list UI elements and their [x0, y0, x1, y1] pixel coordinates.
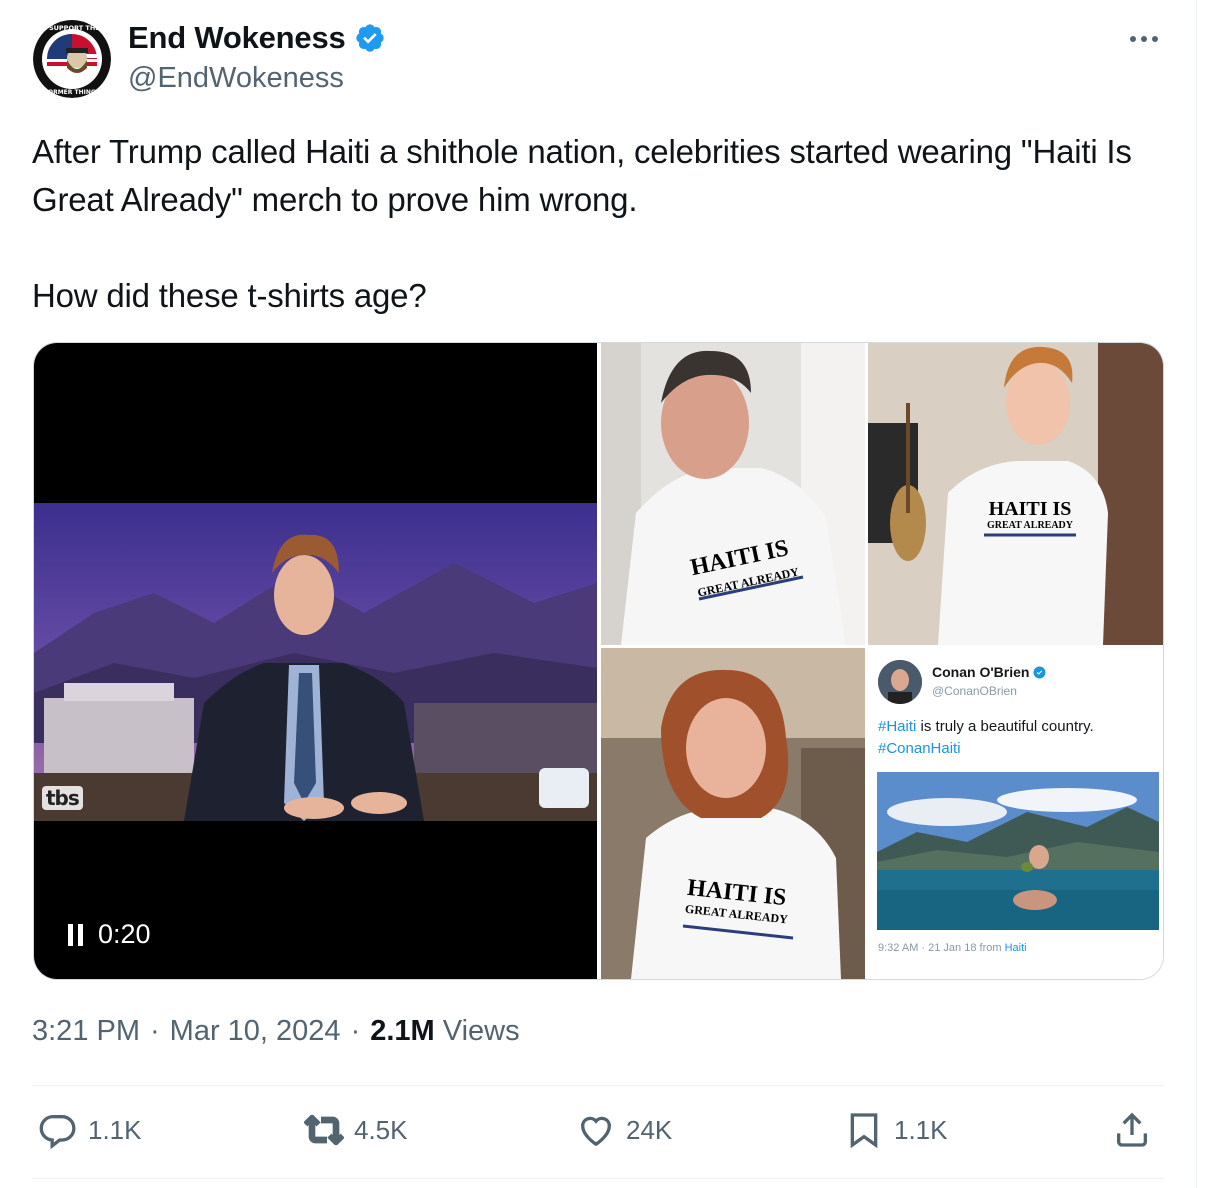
embedded-text: #Haiti is truly a beautiful country. #Co… — [878, 716, 1158, 760]
embedded-source: Haiti — [1004, 942, 1027, 954]
meta-separator-2: · — [350, 1015, 361, 1047]
embedded-avatar — [878, 660, 922, 704]
embedded-tweet-screenshot[interactable]: Conan O'Brien @ConanOBrien #Haiti is tru… — [868, 648, 1163, 979]
tweet-paragraph-2: How did these t-shirts age? — [32, 277, 427, 314]
meta-separator-1: · — [150, 1015, 160, 1047]
repost-icon — [304, 1114, 344, 1146]
share-icon — [1117, 1112, 1147, 1147]
video-controls[interactable]: 0:20 — [68, 919, 151, 950]
avatar-text-top: I SUPPORT THE — [44, 24, 99, 32]
author-display-name[interactable]: End Wokeness — [128, 20, 386, 56]
views-label: Views — [442, 1015, 520, 1047]
reply-button[interactable]: 1.1K — [38, 1110, 142, 1150]
photo-man-shirt[interactable]: HAITI IS GREAT ALREADY — [601, 343, 865, 645]
pause-icon[interactable] — [68, 923, 84, 946]
divider-top — [32, 1085, 1164, 1086]
embedded-timestamp: 9:32 AM · 21 Jan 18 from Haiti — [878, 942, 1027, 954]
embedded-body: is truly a beautiful country. — [916, 718, 1094, 735]
shirt-text-b2: GREAT ALREADY — [987, 520, 1074, 531]
bookmark-count: 1.1K — [894, 1114, 948, 1145]
bookmark-icon — [850, 1113, 878, 1149]
views-count: 2.1M — [370, 1015, 435, 1047]
tweet-time[interactable]: 3:21 PM — [32, 1015, 140, 1048]
shirt-text-b1: HAITI IS — [989, 498, 1072, 520]
embedded-verified-icon — [1033, 666, 1046, 678]
heart-icon — [580, 1116, 612, 1147]
like-button[interactable]: 24K — [576, 1110, 672, 1150]
repost-count: 4.5K — [354, 1114, 408, 1145]
video-time: 0:20 — [98, 919, 151, 949]
reply-icon — [39, 1114, 76, 1150]
embedded-name: Conan O'Brien — [932, 664, 1046, 680]
tbs-logo: tbs — [42, 786, 83, 810]
author-handle[interactable]: @EndWokeness — [128, 62, 344, 95]
share-button[interactable] — [1112, 1110, 1152, 1150]
tweet-date[interactable]: Mar 10, 2024 — [170, 1015, 341, 1048]
photo-woman-shirt[interactable]: HAITI IS GREAT ALREADY — [601, 648, 865, 979]
divider-bottom — [32, 1178, 1164, 1179]
embedded-hashtag-2: #ConanHaiti — [878, 740, 961, 757]
display-name-text: End Wokeness — [128, 20, 346, 55]
embedded-photo — [877, 772, 1159, 930]
embedded-handle: @ConanOBrien — [932, 684, 1017, 698]
timeline-border — [1196, 0, 1197, 1188]
photo-conan-shirt[interactable]: HAITI IS GREAT ALREADY — [868, 343, 1163, 645]
embedded-hashtag-1: #Haiti — [878, 718, 917, 735]
views[interactable]: 2.1M Views — [370, 1015, 519, 1048]
video-player[interactable]: tbs 0:20 — [34, 343, 597, 979]
avatar-text-bottom: FORMER THINGS — [44, 89, 100, 96]
media-grid: tbs 0:20 HAITI IS GREAT ALREADY HAITI IS… — [33, 342, 1164, 980]
tweet-paragraph-1: After Trump called Haiti a shithole nati… — [32, 133, 1132, 218]
tweet-text: After Trump called Haiti a shithole nati… — [32, 128, 1162, 320]
embedded-timestamp-text: 9:32 AM · 21 Jan 18 from — [878, 942, 1005, 954]
action-bar: 1.1K 4.5K 24K 1.1K — [32, 1110, 1164, 1160]
tweet-meta: 3:21 PM · Mar 10, 2024 · 2.1M Views — [32, 1015, 520, 1048]
verified-badge-icon — [355, 24, 384, 52]
repost-button[interactable]: 4.5K — [304, 1110, 408, 1150]
more-options-icon[interactable] — [1124, 22, 1164, 56]
bookmark-button[interactable]: 1.1K — [844, 1110, 948, 1150]
embedded-name-text: Conan O'Brien — [932, 664, 1030, 680]
author-avatar[interactable]: I SUPPORT THE FORMER THINGS — [33, 20, 111, 98]
like-count: 24K — [626, 1114, 673, 1145]
video-frame — [34, 503, 597, 821]
reply-count: 1.1K — [88, 1114, 142, 1145]
